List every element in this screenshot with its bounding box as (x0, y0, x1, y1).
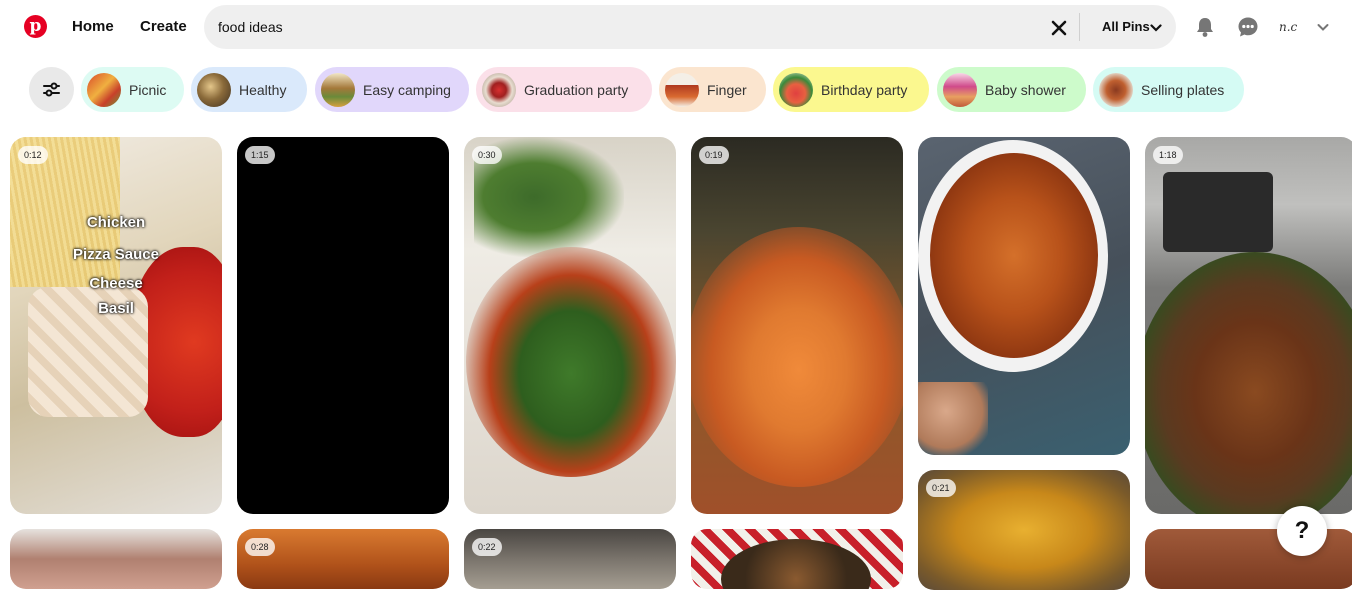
chip-label: Finger (707, 82, 747, 98)
pin-image (1145, 252, 1352, 514)
pin-card[interactable]: 0:21 (918, 470, 1130, 590)
pin-image (721, 539, 871, 589)
chip-label: Easy camping (363, 82, 451, 98)
chip-thumbnail (779, 73, 813, 107)
chip-baby-shower[interactable]: Baby shower (937, 67, 1086, 112)
video-duration-badge: 0:12 (18, 146, 48, 164)
pin-card[interactable]: 0:22 (464, 529, 676, 589)
chip-label: Picnic (129, 82, 167, 98)
pin-overlay-text: Chicken (86, 214, 146, 231)
video-duration-badge: 0:30 (472, 146, 502, 164)
video-duration-badge: 0:21 (926, 479, 956, 497)
pin-card[interactable]: 0:19 (691, 137, 903, 514)
filter-button[interactable] (29, 67, 74, 112)
chip-graduation-party[interactable]: Graduation party (476, 67, 652, 112)
chip-thumbnail (482, 73, 516, 107)
pin-image (466, 247, 676, 477)
chip-finger[interactable]: Finger (659, 67, 766, 112)
video-duration-badge: 0:22 (472, 538, 502, 556)
chip-thumbnail (1099, 73, 1133, 107)
pin-image (930, 153, 1098, 358)
sliders-icon (43, 82, 60, 97)
video-duration-badge: 1:15 (245, 146, 275, 164)
close-icon[interactable] (1049, 18, 1069, 38)
help-button[interactable]: ? (1277, 506, 1327, 556)
pin-card[interactable]: 1:18 (1145, 137, 1352, 514)
chip-picnic[interactable]: Picnic (81, 67, 184, 112)
pin-card[interactable] (918, 137, 1130, 455)
pin-card[interactable]: 0:28 (237, 529, 449, 589)
pin-card[interactable] (691, 529, 903, 589)
chip-thumbnail (87, 73, 121, 107)
chip-label: Baby shower (985, 82, 1066, 98)
chip-thumbnail (197, 73, 231, 107)
pinterest-logo-icon[interactable]: p (24, 15, 47, 38)
avatar[interactable]: n.c (1279, 16, 1305, 38)
pin-overlay-text: Basil (98, 300, 134, 317)
create-link[interactable]: Create (140, 18, 187, 35)
chip-label: Healthy (239, 82, 287, 98)
chip-thumbnail (665, 73, 699, 107)
chevron-down-icon[interactable] (1150, 23, 1162, 33)
pin-overlay-text: Pizza Sauce (73, 246, 159, 263)
pin-overlay-text: Cheese (89, 275, 143, 292)
video-duration-badge: 0:19 (699, 146, 729, 164)
video-duration-badge: 1:18 (1153, 146, 1183, 164)
pin-image (918, 382, 988, 455)
chip-label: Selling plates (1141, 82, 1225, 98)
chip-easy-camping[interactable]: Easy camping (315, 67, 469, 112)
pin-card[interactable]: 0:30 (464, 137, 676, 514)
bell-icon[interactable] (1194, 16, 1216, 38)
search-divider (1079, 13, 1080, 41)
pin-image (691, 227, 903, 487)
chevron-down-icon[interactable] (1317, 23, 1329, 32)
chip-birthday-party[interactable]: Birthday party (773, 67, 929, 112)
chip-selling-plates[interactable]: Selling plates (1093, 67, 1244, 112)
pin-card[interactable]: 0:12 Chicken Pizza Sauce Cheese Basil (10, 137, 222, 514)
chip-healthy[interactable]: Healthy (191, 67, 307, 112)
top-nav: p Home Create All Pins n.c (0, 0, 1352, 56)
chip-label: Birthday party (821, 82, 908, 98)
search-input[interactable] (218, 17, 1018, 37)
home-link[interactable]: Home (72, 18, 114, 35)
pin-image (1163, 172, 1273, 252)
chat-bubble-icon[interactable] (1237, 16, 1259, 38)
pin-card[interactable] (10, 529, 222, 589)
pin-card[interactable]: 1:15 (237, 137, 449, 514)
video-duration-badge: 0:28 (245, 538, 275, 556)
chip-thumbnail (321, 73, 355, 107)
search-bar: All Pins (204, 5, 1176, 49)
chip-label: Graduation party (524, 82, 629, 98)
search-scope-dropdown[interactable]: All Pins (1102, 19, 1150, 34)
chip-thumbnail (943, 73, 977, 107)
